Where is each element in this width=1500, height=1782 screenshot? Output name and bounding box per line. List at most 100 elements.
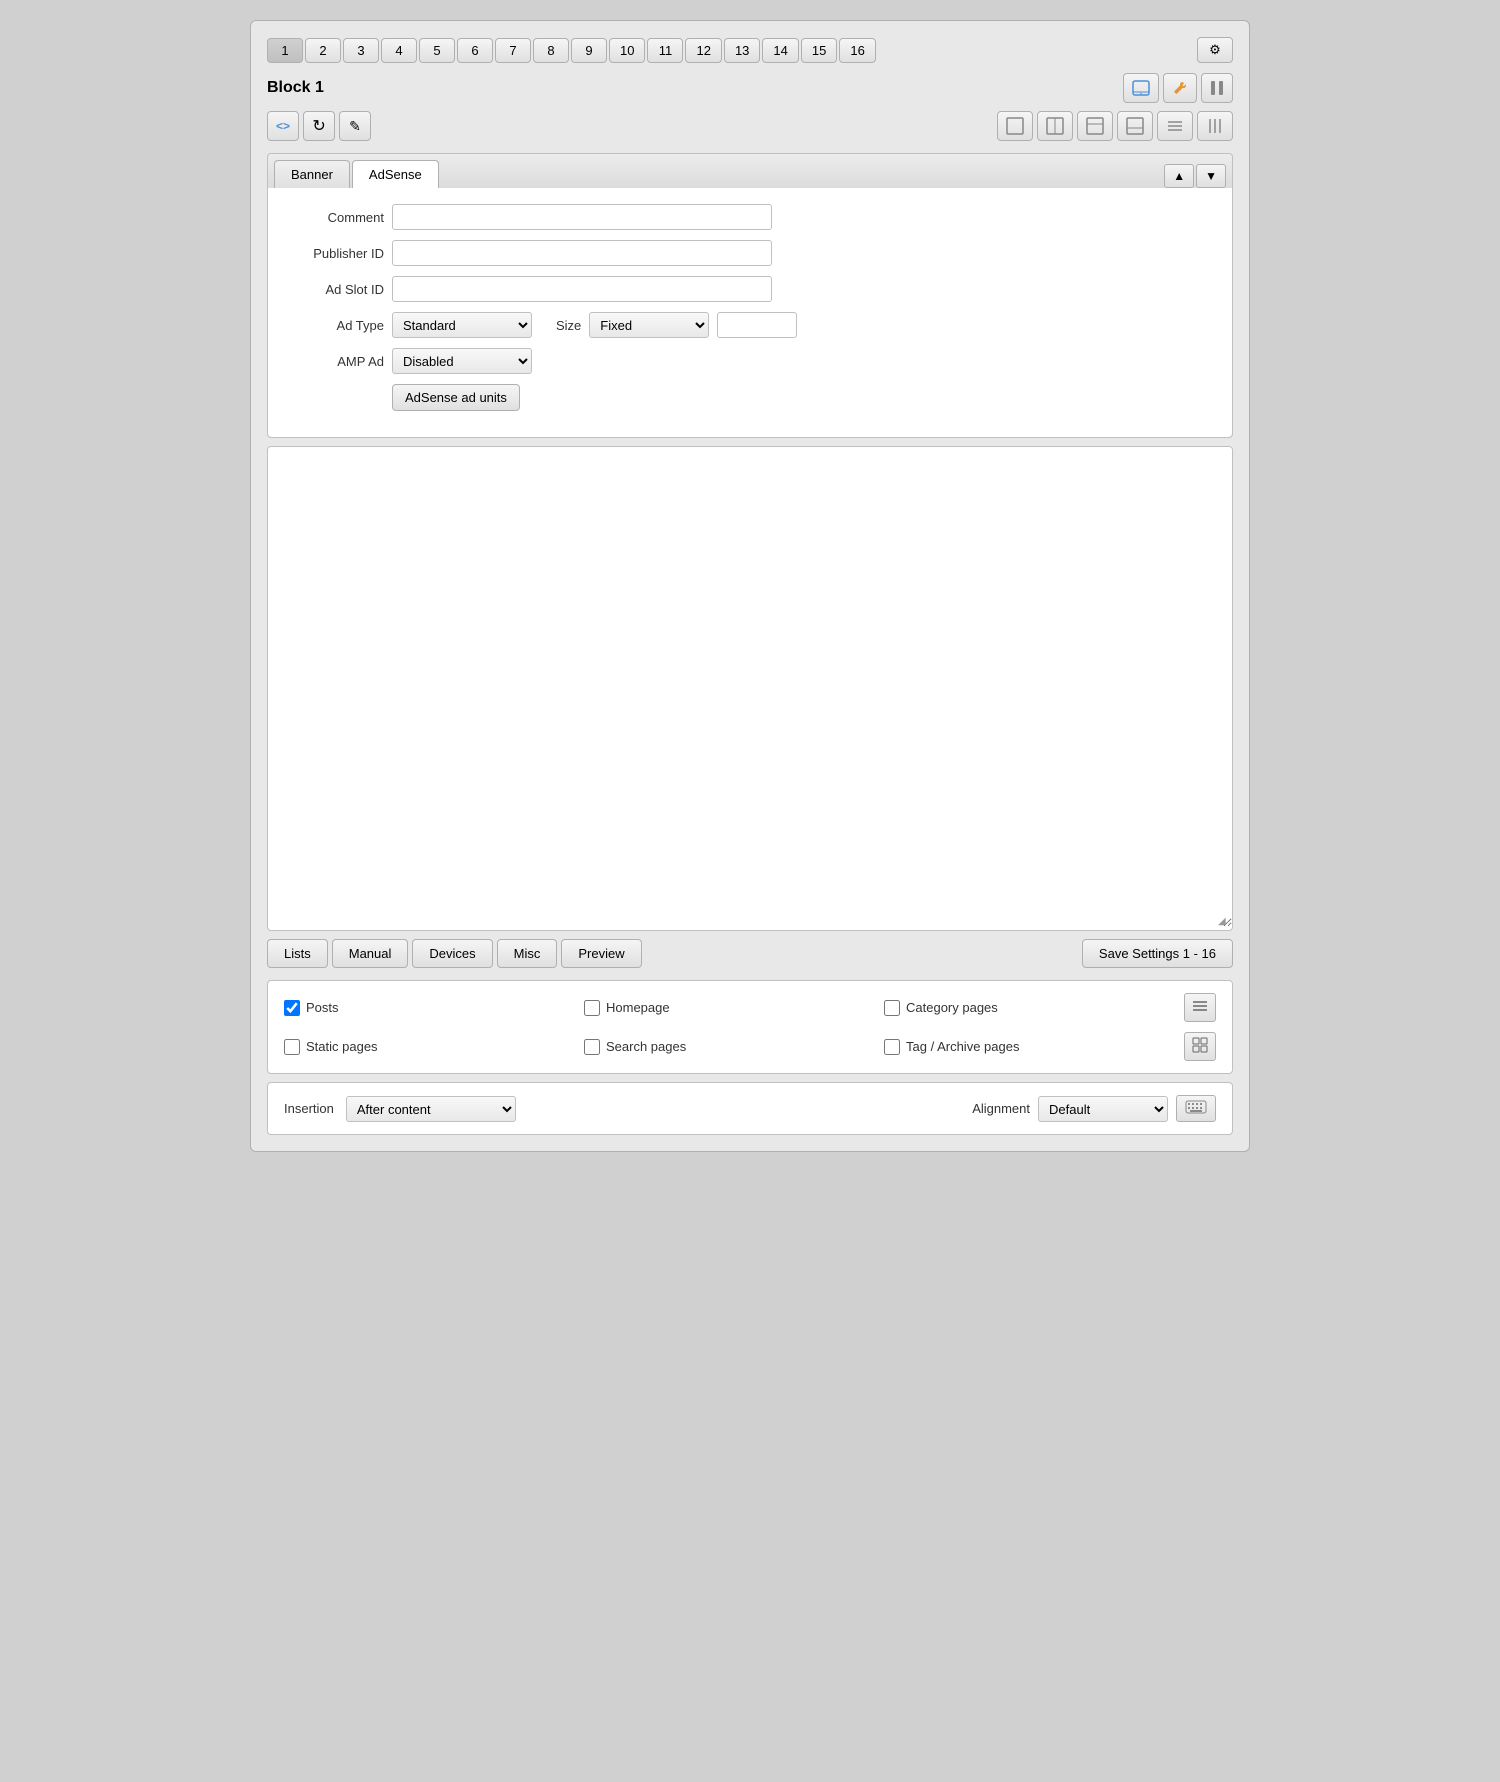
tab-7[interactable]: 7 [495, 38, 531, 63]
block-title: Block 1 [267, 79, 1123, 97]
preview-textarea[interactable] [268, 447, 1232, 927]
layout-top-btn[interactable] [1077, 111, 1113, 141]
tab-4[interactable]: 4 [381, 38, 417, 63]
toolbar-right [997, 111, 1233, 141]
comment-row: Comment [284, 204, 1216, 230]
insertion-panel: Insertion After content Before content B… [267, 1082, 1233, 1135]
homepage-checkbox-item: Homepage [584, 1000, 884, 1016]
list-icon[interactable] [1184, 993, 1216, 1022]
lists-tab[interactable]: Lists [267, 939, 328, 968]
banner-tab[interactable]: Banner [274, 160, 350, 188]
tabs-row: 1 2 3 4 5 6 7 8 9 10 11 12 13 14 15 16 ⚙ [267, 37, 1233, 63]
keyboard-icon-btn[interactable] [1176, 1095, 1216, 1122]
ad-type-row: Ad Type Standard Responsive Link Ad Size… [284, 312, 1216, 338]
refresh-btn[interactable]: ↻ [303, 111, 335, 141]
layout-lines-btn[interactable] [1157, 111, 1193, 141]
alignment-select[interactable]: Default Left Right Center [1038, 1096, 1168, 1122]
layout-split-btn[interactable] [1037, 111, 1073, 141]
preview-tab[interactable]: Preview [561, 939, 641, 968]
resize-handle[interactable]: ◢ [1218, 916, 1230, 928]
main-container: 1 2 3 4 5 6 7 8 9 10 11 12 13 14 15 16 ⚙… [250, 20, 1250, 1152]
devices-tab[interactable]: Devices [412, 939, 492, 968]
ad-type-label: Ad Type [284, 318, 384, 333]
checkboxes-panel: Posts Homepage Category pages Static pag… [267, 980, 1233, 1074]
tab-10[interactable]: 10 [609, 38, 645, 63]
adsense-form-panel: Comment Publisher ID Ad Slot ID Ad Type … [268, 188, 1232, 437]
comment-label: Comment [284, 210, 384, 225]
layout-columns-btn[interactable] [1197, 111, 1233, 141]
tab-9[interactable]: 9 [571, 38, 607, 63]
misc-tab[interactable]: Misc [497, 939, 558, 968]
tab-15[interactable]: 15 [801, 38, 837, 63]
subtab-up-btn[interactable]: ▲ [1164, 164, 1194, 188]
tab-11[interactable]: 11 [647, 38, 683, 63]
tab-13[interactable]: 13 [724, 38, 760, 63]
amp-ad-select[interactable]: Disabled Enabled [392, 348, 532, 374]
pause-icon-btn[interactable] [1201, 73, 1233, 103]
checkbox-grid: Posts Homepage Category pages Static pag… [284, 993, 1216, 1061]
amp-ad-row: AMP Ad Disabled Enabled [284, 348, 1216, 374]
tab-14[interactable]: 14 [762, 38, 798, 63]
bottom-tabs-row: Lists Manual Devices Misc Preview Save S… [267, 939, 1233, 968]
ad-slot-id-row: Ad Slot ID [284, 276, 1216, 302]
publisher-id-input[interactable] [392, 240, 772, 266]
manual-tab[interactable]: Manual [332, 939, 409, 968]
search-pages-checkbox[interactable] [584, 1039, 600, 1055]
tab-8[interactable]: 8 [533, 38, 569, 63]
search-pages-label: Search pages [606, 1039, 686, 1054]
static-pages-checkbox[interactable] [284, 1039, 300, 1055]
save-settings-btn[interactable]: Save Settings 1 - 16 [1082, 939, 1233, 968]
static-pages-checkbox-item: Static pages [284, 1039, 584, 1055]
homepage-label: Homepage [606, 1000, 670, 1015]
ad-type-select[interactable]: Standard Responsive Link Ad [392, 312, 532, 338]
tab-5[interactable]: 5 [419, 38, 455, 63]
category-pages-label: Category pages [906, 1000, 998, 1015]
search-pages-checkbox-item: Search pages [584, 1039, 884, 1055]
toolbar-left: <> ↻ ✎ [267, 111, 371, 141]
block-title-row: Block 1 [267, 73, 1233, 103]
grid-icon[interactable] [1184, 1032, 1216, 1061]
adsense-tab[interactable]: AdSense [352, 160, 439, 188]
toolbar-row: <> ↻ ✎ [267, 111, 1233, 141]
alignment-label: Alignment [972, 1101, 1030, 1116]
tab-12[interactable]: 12 [685, 38, 721, 63]
tag-archive-checkbox-item: Tag / Archive pages [884, 1039, 1184, 1055]
ad-slot-id-input[interactable] [392, 276, 772, 302]
tab-16[interactable]: 16 [839, 38, 875, 63]
tab-3[interactable]: 3 [343, 38, 379, 63]
size-label: Size [556, 318, 581, 333]
publisher-id-label: Publisher ID [284, 246, 384, 261]
tab-1[interactable]: 1 [267, 38, 303, 63]
publisher-id-row: Publisher ID [284, 240, 1216, 266]
layout-bottom-btn[interactable] [1117, 111, 1153, 141]
homepage-checkbox[interactable] [584, 1000, 600, 1016]
category-pages-checkbox-item: Category pages [884, 1000, 1184, 1016]
comment-input[interactable] [392, 204, 772, 230]
wrench-icon-btn[interactable] [1163, 73, 1197, 103]
ad-slot-id-label: Ad Slot ID [284, 282, 384, 297]
layout-full-btn[interactable] [997, 111, 1033, 141]
subtab-down-btn[interactable]: ▼ [1196, 164, 1226, 188]
posts-label: Posts [306, 1000, 339, 1015]
adsense-ad-units-btn[interactable]: AdSense ad units [392, 384, 520, 411]
tablet-icon-btn[interactable] [1123, 73, 1159, 103]
posts-checkbox-item: Posts [284, 1000, 584, 1016]
adsense-btn-row: AdSense ad units [284, 384, 1216, 411]
insertion-select[interactable]: After content Before content Before para… [346, 1096, 516, 1122]
preview-panel: ◢ [267, 446, 1233, 931]
settings-tab[interactable]: ⚙ [1197, 37, 1233, 63]
insertion-label: Insertion [284, 1101, 334, 1116]
code-btn[interactable]: <> [267, 111, 299, 141]
tab-2[interactable]: 2 [305, 38, 341, 63]
tag-archive-checkbox[interactable] [884, 1039, 900, 1055]
amp-ad-label: AMP Ad [284, 354, 384, 369]
size-select[interactable]: Fixed Responsive [589, 312, 709, 338]
tab-6[interactable]: 6 [457, 38, 493, 63]
tag-archive-label: Tag / Archive pages [906, 1039, 1019, 1054]
static-pages-label: Static pages [306, 1039, 378, 1054]
category-pages-checkbox[interactable] [884, 1000, 900, 1016]
size-value-input[interactable] [717, 312, 797, 338]
block-icons [1123, 73, 1233, 103]
posts-checkbox[interactable] [284, 1000, 300, 1016]
edit-btn[interactable]: ✎ [339, 111, 371, 141]
